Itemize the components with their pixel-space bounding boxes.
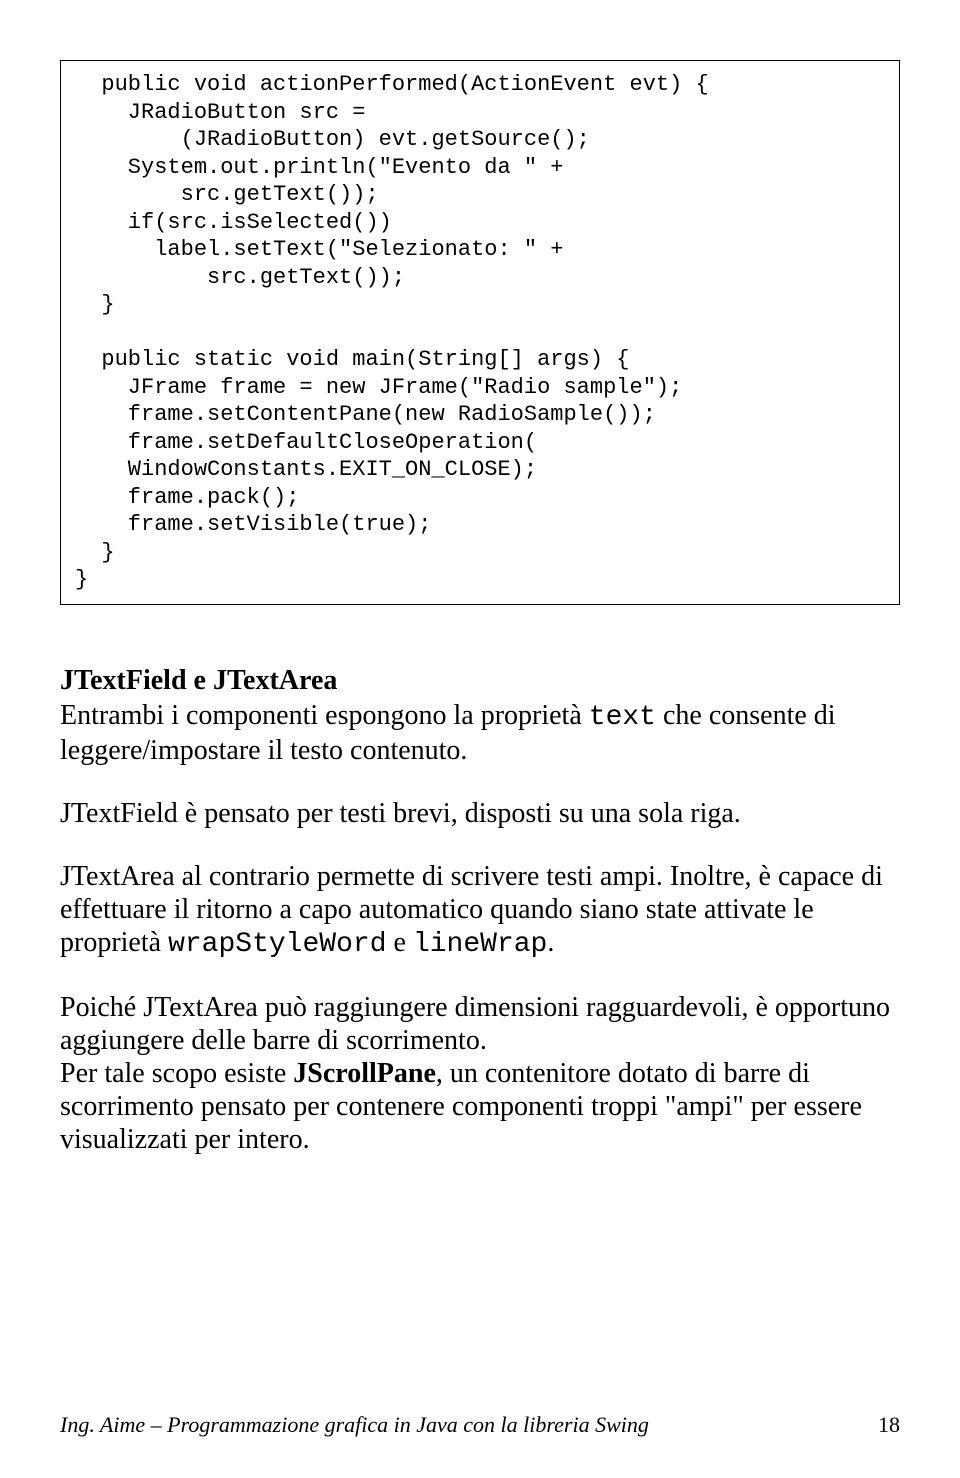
inline-code: text [589, 702, 656, 733]
text: e [387, 927, 413, 958]
text: . [547, 927, 554, 958]
inline-code: lineWrap [413, 929, 547, 960]
code-line: } [75, 540, 115, 565]
code-line: public static void main(String[] args) { [75, 347, 630, 372]
code-line: frame.pack(); [75, 485, 299, 510]
page-footer: Ing. Aime – Programmazione grafica in Ja… [60, 1412, 900, 1438]
text: Poiché JTextArea può raggiungere dimensi… [60, 992, 890, 1056]
code-line: public void actionPerformed(ActionEvent … [75, 72, 709, 97]
code-line: } [75, 567, 88, 592]
code-line: if(src.isSelected()) [75, 210, 392, 235]
code-line: src.getText()); [75, 265, 405, 290]
text: Per tale scopo esiste [60, 1058, 293, 1089]
code-line: JFrame frame = new JFrame("Radio sample"… [75, 375, 682, 400]
code-line: frame.setDefaultCloseOperation( [75, 430, 537, 455]
paragraph: JTextField è pensato per testi brevi, di… [60, 797, 900, 830]
paragraph: Poiché JTextArea può raggiungere dimensi… [60, 991, 900, 1156]
paragraph: Entrambi i componenti espongono la propr… [60, 699, 900, 767]
code-line: frame.setVisible(true); [75, 512, 431, 537]
code-block: public void actionPerformed(ActionEvent … [60, 60, 900, 605]
inline-code: wrapStyleWord [168, 929, 386, 960]
section-heading: JTextField e JTextArea [60, 665, 900, 697]
code-line: System.out.println("Evento da " + [75, 155, 563, 180]
code-line: frame.setContentPane(new RadioSample()); [75, 402, 656, 427]
text: Entrambi i componenti espongono la propr… [60, 700, 589, 731]
code-line: label.setText("Selezionato: " + [75, 237, 563, 262]
code-line: } [75, 292, 115, 317]
paragraph: JTextArea al contrario permette di scriv… [60, 860, 900, 961]
code-line: (JRadioButton) evt.getSource(); [75, 127, 590, 152]
code-line: JRadioButton src = [75, 100, 365, 125]
code-line: src.getText()); [75, 182, 379, 207]
footer-text: Ing. Aime – Programmazione grafica in Ja… [60, 1412, 649, 1438]
bold-text: JScrollPane [293, 1058, 436, 1089]
page-number: 18 [878, 1412, 900, 1438]
code-line: WindowConstants.EXIT_ON_CLOSE); [75, 457, 537, 482]
